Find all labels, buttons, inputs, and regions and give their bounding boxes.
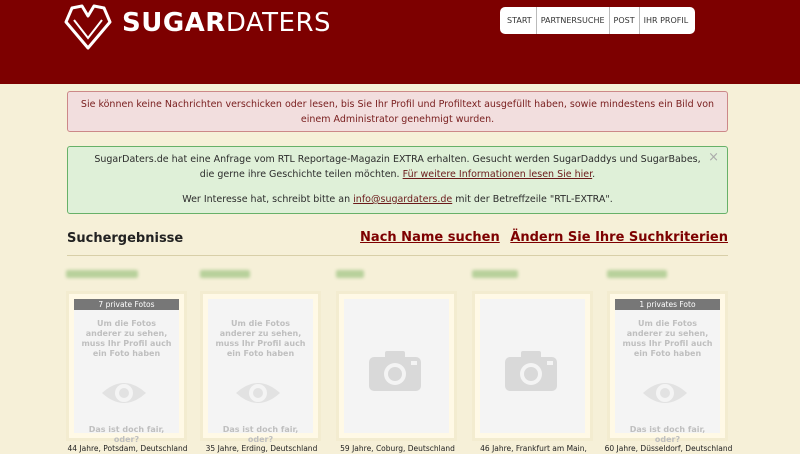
locked-photo-text: Um die Fotos anderer zu sehen, muss Ihr … bbox=[81, 319, 172, 358]
eye-icon bbox=[643, 383, 687, 403]
blurred-username bbox=[607, 270, 667, 278]
close-icon[interactable]: × bbox=[708, 150, 719, 165]
profile-card[interactable]: 46 Jahre, Frankfurt am Main, bbox=[472, 270, 593, 454]
blurred-username bbox=[336, 270, 364, 278]
blurred-username bbox=[200, 270, 250, 278]
locked-photo-fair-text: Das ist doch fair, oder? bbox=[222, 425, 299, 444]
card-location: 44 Jahre, Potsdam, Deutschland bbox=[67, 444, 188, 453]
nav-post[interactable]: POST bbox=[610, 7, 640, 34]
nav-partnersuche[interactable]: PARTNERSUCHE bbox=[537, 7, 610, 34]
profile-photo[interactable]: Um die Fotos anderer zu sehen, muss Ihr … bbox=[200, 291, 321, 444]
results-title: Suchergebnisse bbox=[67, 231, 184, 246]
rtl-contact-text: Wer Interesse hat, schreibt bitte an inf… bbox=[182, 194, 613, 205]
profile-card[interactable]: Um die Fotos anderer zu sehen, muss Ihr … bbox=[200, 270, 321, 454]
card-location: 59 Jahre, Coburg, Deutschland bbox=[340, 444, 455, 453]
profile-warning-alert: Sie können keine Nachrichten verschicken… bbox=[67, 91, 728, 132]
logo[interactable]: SUGARDATERS bbox=[62, 2, 331, 50]
blurred-username bbox=[472, 270, 518, 278]
private-photos-badge: 1 privates Foto bbox=[615, 299, 720, 310]
locked-photo-fair-text: Das ist doch fair, oder? bbox=[88, 425, 165, 444]
profile-card[interactable]: 7 private Fotos Um die Fotos anderer zu … bbox=[66, 270, 187, 454]
rtl-info-link[interactable]: Für weitere Informationen lesen Sie hier bbox=[403, 169, 593, 180]
logo-text: SUGARDATERS bbox=[122, 8, 332, 38]
rtl-info-text: SugarDaters.de hat eine Anfrage vom RTL … bbox=[94, 154, 701, 180]
site-header: SUGARDATERS START PARTNERSUCHE POST IHR … bbox=[0, 0, 800, 84]
change-criteria-link[interactable]: Ändern Sie Ihre Suchkriterien bbox=[510, 230, 728, 245]
eye-icon bbox=[236, 383, 280, 403]
locked-photo-fair-text: Das ist doch fair, oder? bbox=[629, 425, 706, 444]
nav-start[interactable]: START bbox=[503, 7, 537, 34]
nav-ihr-profil[interactable]: IHR PROFIL bbox=[640, 7, 693, 34]
profile-photo[interactable] bbox=[336, 291, 457, 441]
eye-icon bbox=[102, 383, 146, 403]
profile-photo[interactable] bbox=[472, 291, 593, 441]
card-location: 35 Jahre, Erding, Deutschland bbox=[205, 444, 318, 453]
divider bbox=[67, 255, 728, 256]
main-nav: START PARTNERSUCHE POST IHR PROFIL bbox=[500, 7, 696, 34]
private-photos-badge: 7 private Fotos bbox=[74, 299, 179, 310]
profile-photo[interactable]: 7 private Fotos Um die Fotos anderer zu … bbox=[66, 291, 187, 444]
search-links: Nach Name suchen Ändern Sie Ihre Suchkri… bbox=[354, 230, 728, 245]
card-location: 46 Jahre, Frankfurt am Main, bbox=[480, 444, 587, 453]
search-by-name-link[interactable]: Nach Name suchen bbox=[360, 230, 500, 245]
camera-icon bbox=[369, 351, 421, 391]
profile-warning-text: Sie können keine Nachrichten verschicken… bbox=[80, 99, 715, 125]
heart-logo-icon bbox=[64, 4, 112, 50]
locked-photo-text: Um die Fotos anderer zu sehen, muss Ihr … bbox=[622, 319, 713, 358]
profile-card[interactable]: 59 Jahre, Coburg, Deutschland bbox=[336, 270, 457, 454]
card-location: 60 Jahre, Düsseldorf, Deutschland bbox=[604, 444, 733, 453]
profile-photo[interactable]: 1 privates Foto Um die Fotos anderer zu … bbox=[607, 291, 728, 444]
locked-photo-text: Um die Fotos anderer zu sehen, muss Ihr … bbox=[215, 319, 306, 358]
profile-card[interactable]: 1 privates Foto Um die Fotos anderer zu … bbox=[605, 270, 732, 454]
rtl-email-link[interactable]: info@sugardaters.de bbox=[353, 194, 452, 205]
blurred-username bbox=[66, 270, 138, 278]
camera-icon bbox=[505, 351, 557, 391]
rtl-info-alert: × SugarDaters.de hat eine Anfrage vom RT… bbox=[67, 146, 728, 214]
